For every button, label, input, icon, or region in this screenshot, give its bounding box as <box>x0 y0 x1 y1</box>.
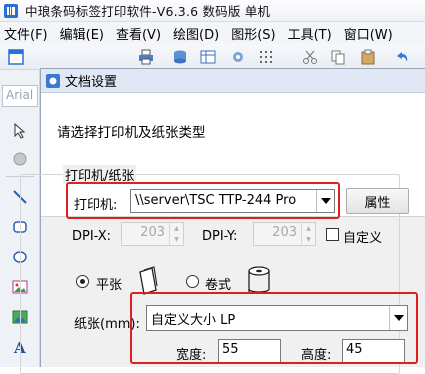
dpi-y-label: DPI-Y: <box>202 229 238 244</box>
magic-tool[interactable] <box>9 148 31 170</box>
grid-icon[interactable] <box>258 49 274 65</box>
undo-icon[interactable] <box>394 49 410 65</box>
app-logo-icon <box>4 3 18 18</box>
sheet-radio[interactable] <box>76 275 89 288</box>
menu-file[interactable]: 文件(F) <box>0 24 56 43</box>
window-title: 中琅条码标签打印软件-V6.3.6 数码版 单机 <box>25 4 271 19</box>
copy-icon[interactable] <box>330 49 346 65</box>
menu-bar: 文件(F) 编辑(E) 查看(V) 绘图(D) 图形(S) 工具(T) 窗口(W… <box>0 22 425 44</box>
custom-dpi-checkbox[interactable] <box>326 228 339 241</box>
settings-icon[interactable] <box>230 49 246 65</box>
menu-edit[interactable]: 编辑(E) <box>56 24 112 43</box>
stamp-icon <box>13 152 27 166</box>
print-icon[interactable] <box>138 49 154 65</box>
sheet-label: 平张 <box>96 278 123 293</box>
table-icon[interactable] <box>200 49 216 65</box>
window-title-bar: 中琅条码标签打印软件-V6.3.6 数码版 单机 <box>0 0 425 22</box>
paper-highlight-frame <box>130 292 418 364</box>
dpi-x-input[interactable]: 203 ▲ ▼ <box>121 222 184 246</box>
menu-window[interactable]: 窗口(W) <box>340 24 401 43</box>
dpi-y-input[interactable]: 203 ▲ ▼ <box>253 222 316 246</box>
dpi-x-value: 203 <box>140 225 165 240</box>
cut-icon[interactable] <box>302 49 318 65</box>
menu-draw[interactable]: 绘图(D) <box>169 24 227 43</box>
menu-shape[interactable]: 图形(S) <box>227 24 283 43</box>
pointer-icon <box>14 123 26 139</box>
dpi-y-value: 203 <box>272 225 297 240</box>
font-name-box[interactable]: Arial <box>2 85 38 107</box>
properties-button[interactable]: 属性 <box>346 188 409 214</box>
menu-view[interactable]: 查看(V) <box>112 24 169 43</box>
roll-label: 卷式 <box>205 278 232 293</box>
roll-radio[interactable] <box>186 275 199 288</box>
dialog-title-bar: 文档设置 <box>41 69 425 93</box>
menu-tools[interactable]: 工具(T) <box>284 24 340 43</box>
select-tool[interactable] <box>9 120 31 142</box>
main-toolbar <box>0 44 425 70</box>
dpi-y-spinner[interactable]: ▲ ▼ <box>301 223 315 245</box>
dpi-x-label: DPI-X: <box>72 229 112 244</box>
paste-icon[interactable] <box>360 49 376 65</box>
radio-selected-dot <box>80 279 85 284</box>
dialog-prompt: 请选择打印机及纸张类型 <box>57 125 206 141</box>
roll-paper-icon <box>248 266 270 294</box>
database-icon[interactable] <box>172 49 188 65</box>
dialog-title: 文档设置 <box>65 75 118 90</box>
dialog-icon <box>46 73 60 88</box>
dpi-x-spinner[interactable]: ▲ ▼ <box>169 223 183 245</box>
printer-highlight-frame <box>66 182 340 219</box>
new-document-icon[interactable] <box>8 49 24 65</box>
custom-dpi-label: 自定义 <box>343 231 383 246</box>
